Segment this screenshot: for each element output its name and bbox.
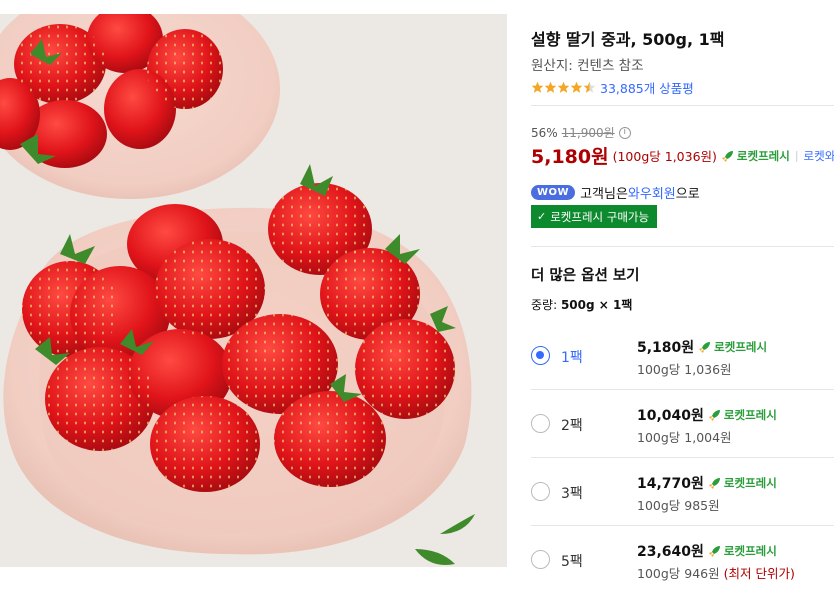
option-radio[interactable] [531,346,550,365]
sale-price: 5,180원 [531,146,609,168]
discount-row: 56% 11,900원 i [531,124,631,141]
lowest-unit-note: (최저 단위가) [723,566,795,581]
weight-line: 중량: 500g × 1팩 [531,296,632,313]
star-icon [544,81,557,93]
option-row[interactable]: 1팩 5,180원 로켓프레시 100g당 1,036원 [531,322,834,390]
product-title: 설향 딸기 중과, 500g, 1팩 [531,30,725,49]
star-icon [570,81,583,93]
price-row: 5,180원 (100g당 1,036원) 로켓프레시 | 로켓와 [531,142,834,169]
option-price-line: 14,770원 로켓프레시 [637,473,777,493]
option-name: 5팩 [561,554,583,570]
option-unit-price: 100g당 946원 (최저 단위가) [637,566,795,581]
rating-row[interactable]: 33,885개 상품평 [531,78,694,96]
option-price-line: 10,040원 로켓프레시 [637,405,777,425]
origin-info: 원산지: 컨텐츠 참조 [531,58,644,74]
info-icon[interactable]: i [618,126,631,139]
divider [531,105,834,106]
rocket-fresh-label: 로켓프레시 [736,148,790,163]
option-radio[interactable] [531,482,550,501]
option-radio[interactable] [531,550,550,569]
rocket-fresh-badge: 로켓프레시 [698,339,767,355]
option-price: 23,640원 [637,544,704,560]
product-detail-panel: 설향 딸기 중과, 500g, 1팩 원산지: 컨텐츠 참조 33,885개 상… [531,0,834,604]
discount-rate: 56% [531,125,558,140]
product-image [0,14,507,567]
star-icon [583,81,596,93]
option-radio[interactable] [531,414,550,433]
star-rating [531,81,596,94]
strawberry-photo [0,14,507,567]
option-row[interactable]: 3팩 14,770원 로켓프레시 100g당 985원 [531,458,834,526]
rocket-icon [699,342,711,353]
option-name: 3팩 [561,486,583,502]
rocket-fresh-available-badge: ✓ 로켓프레시 구매가능 [531,205,658,228]
option-unit-price: 100g당 1,004원 [637,430,732,445]
fresh-buy-label: 로켓프레시 구매가능 [550,209,650,224]
option-row[interactable]: 5팩 23,640원 로켓프레시 100g당 946원 (최저 단위가) [531,526,834,594]
check-icon: ✓ [537,210,547,223]
rocket-fresh-label: 로켓프레시 [714,340,768,354]
more-options-heading: 더 많은 옵션 보기 [531,268,640,284]
rocket-overseas-label[interactable]: 로켓와 [804,148,834,164]
weight-value: 500g × 1팩 [560,298,633,312]
option-price: 5,180원 [637,340,695,356]
star-icon [557,81,570,93]
rocket-fresh-label: 로켓프레시 [723,476,777,490]
rocket-fresh-label: 로켓프레시 [723,408,777,422]
wow-text-after: 으로 [675,187,700,202]
option-unit-price: 100g당 985원 [637,498,720,513]
rocket-icon [708,546,720,557]
review-count-link[interactable]: 33,885개 상품평 [600,78,694,97]
option-name: 2팩 [561,418,583,434]
rocket-icon [708,410,720,421]
wow-badge: WOW [531,185,576,200]
wow-membership-row: WOW 고객님은 와우회원 으로 [531,183,700,202]
rocket-icon [708,478,720,489]
rocket-fresh-badge: 로켓프레시 [721,148,790,164]
option-list: 1팩 5,180원 로켓프레시 100g당 1,036원 2팩 10,040원 … [531,322,834,594]
star-icon [531,81,544,93]
option-price: 10,040원 [637,408,704,424]
original-price: 11,900원 [561,126,615,140]
weight-label: 중량: [531,298,561,312]
wow-member-link[interactable]: 와우회원 [628,183,676,202]
rocket-fresh-badge: 로켓프레시 [708,475,777,491]
unit-price: (100g당 1,036원) [612,149,717,164]
wow-text-before: 고객님은 [580,187,628,202]
option-row[interactable]: 2팩 10,040원 로켓프레시 100g당 1,004원 [531,390,834,458]
rocket-icon [721,150,733,162]
divider [531,246,834,247]
option-price: 14,770원 [637,476,704,492]
rocket-fresh-badge: 로켓프레시 [708,543,777,559]
option-name: 1팩 [561,350,583,366]
option-unit-price: 100g당 1,036원 [637,362,732,377]
option-price-line: 5,180원 로켓프레시 [637,337,767,357]
option-price-line: 23,640원 로켓프레시 [637,541,777,561]
rocket-fresh-label: 로켓프레시 [723,544,777,558]
rocket-fresh-badge: 로켓프레시 [708,407,777,423]
separator: | [794,149,799,162]
